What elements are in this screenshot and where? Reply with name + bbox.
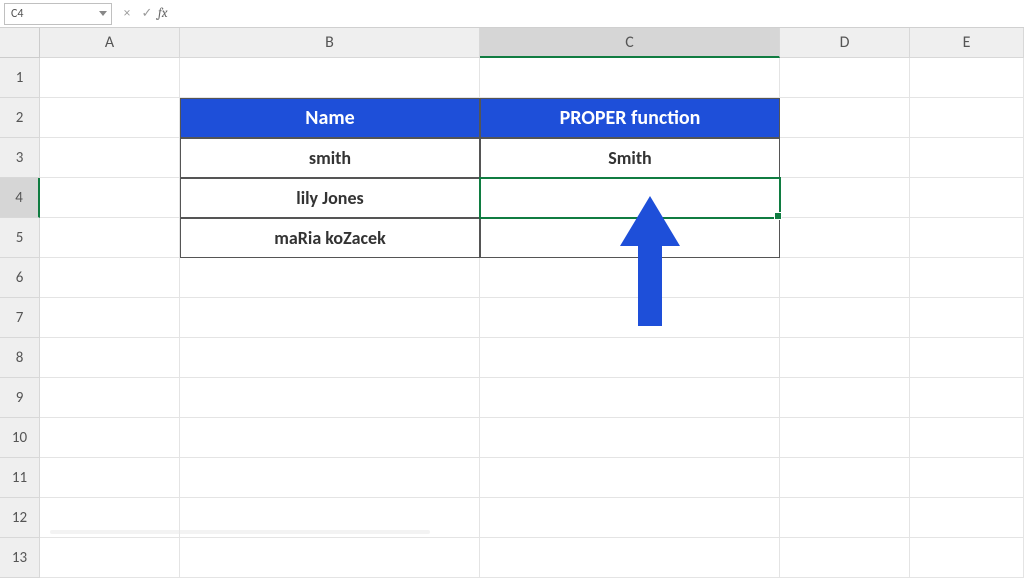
- cell-e9[interactable]: [910, 378, 1024, 418]
- cell-e4[interactable]: [910, 178, 1024, 218]
- cell-b13[interactable]: [180, 538, 480, 578]
- row-header-8[interactable]: 8: [0, 338, 40, 378]
- cell-b9[interactable]: [180, 378, 480, 418]
- cell-b5[interactable]: maRia koZacek: [180, 218, 480, 258]
- formula-input[interactable]: [180, 3, 1021, 25]
- row-header-4[interactable]: 4: [0, 178, 40, 218]
- cell-c9[interactable]: [480, 378, 780, 418]
- row-header-7[interactable]: 7: [0, 298, 40, 338]
- cell-c10[interactable]: [480, 418, 780, 458]
- cell-e6[interactable]: [910, 258, 1024, 298]
- horizontal-scrollbar[interactable]: [50, 530, 430, 534]
- cell-d7[interactable]: [780, 298, 910, 338]
- cell-c3[interactable]: Smith: [480, 138, 780, 178]
- row-header-6[interactable]: 6: [0, 258, 40, 298]
- formula-bar: C4 × ✓ fx: [0, 0, 1024, 28]
- cell-a13[interactable]: [40, 538, 180, 578]
- cell-b2[interactable]: Name: [180, 98, 480, 138]
- col-header-e[interactable]: E: [910, 28, 1024, 58]
- cell-e1[interactable]: [910, 58, 1024, 98]
- cell-b1[interactable]: [180, 58, 480, 98]
- fx-icon[interactable]: fx: [158, 6, 168, 21]
- name-box[interactable]: C4: [4, 3, 112, 25]
- cell-a1[interactable]: [40, 58, 180, 98]
- cancel-button[interactable]: ×: [118, 6, 136, 21]
- cell-c13[interactable]: [480, 538, 780, 578]
- col-header-b[interactable]: B: [180, 28, 480, 58]
- formula-buttons: × ✓ fx: [118, 6, 174, 21]
- cell-c7[interactable]: [480, 298, 780, 338]
- enter-button[interactable]: ✓: [138, 6, 156, 21]
- cell-c1[interactable]: [480, 58, 780, 98]
- cell-d8[interactable]: [780, 338, 910, 378]
- cell-a11[interactable]: [40, 458, 180, 498]
- row-header-13[interactable]: 13: [0, 538, 40, 578]
- cell-c6[interactable]: [480, 258, 780, 298]
- cell-a5[interactable]: [40, 218, 180, 258]
- select-all-corner[interactable]: [0, 28, 40, 58]
- cell-c8[interactable]: [480, 338, 780, 378]
- chevron-down-icon[interactable]: [99, 11, 107, 16]
- cell-e12[interactable]: [910, 498, 1024, 538]
- cell-e2[interactable]: [910, 98, 1024, 138]
- col-header-c[interactable]: C: [480, 28, 780, 58]
- spreadsheet-grid[interactable]: A B C D E 1 2 Name PROPER function 3 smi…: [0, 28, 1024, 578]
- row-header-2[interactable]: 2: [0, 98, 40, 138]
- cell-e3[interactable]: [910, 138, 1024, 178]
- cell-a7[interactable]: [40, 298, 180, 338]
- col-header-d[interactable]: D: [780, 28, 910, 58]
- cell-a2[interactable]: [40, 98, 180, 138]
- row-header-11[interactable]: 11: [0, 458, 40, 498]
- row-header-3[interactable]: 3: [0, 138, 40, 178]
- cell-c11[interactable]: [480, 458, 780, 498]
- cell-e11[interactable]: [910, 458, 1024, 498]
- cell-d3[interactable]: [780, 138, 910, 178]
- cell-c12[interactable]: [480, 498, 780, 538]
- cell-a6[interactable]: [40, 258, 180, 298]
- cell-e5[interactable]: [910, 218, 1024, 258]
- cell-d2[interactable]: [780, 98, 910, 138]
- cell-d11[interactable]: [780, 458, 910, 498]
- cell-d1[interactable]: [780, 58, 910, 98]
- cell-e13[interactable]: [910, 538, 1024, 578]
- name-box-value: C4: [11, 7, 23, 21]
- cell-e10[interactable]: [910, 418, 1024, 458]
- row-header-5[interactable]: 5: [0, 218, 40, 258]
- cell-d6[interactable]: [780, 258, 910, 298]
- cell-b10[interactable]: [180, 418, 480, 458]
- cell-c2[interactable]: PROPER function: [480, 98, 780, 138]
- cell-a3[interactable]: [40, 138, 180, 178]
- cell-d9[interactable]: [780, 378, 910, 418]
- cell-a4[interactable]: [40, 178, 180, 218]
- cell-d12[interactable]: [780, 498, 910, 538]
- cell-b4[interactable]: lily Jones: [180, 178, 480, 218]
- cell-e7[interactable]: [910, 298, 1024, 338]
- cell-c4[interactable]: [480, 178, 780, 218]
- cell-b3[interactable]: smith: [180, 138, 480, 178]
- col-header-a[interactable]: A: [40, 28, 180, 58]
- row-header-1[interactable]: 1: [0, 58, 40, 98]
- cell-d13[interactable]: [780, 538, 910, 578]
- cell-a8[interactable]: [40, 338, 180, 378]
- cell-d10[interactable]: [780, 418, 910, 458]
- cell-a10[interactable]: [40, 418, 180, 458]
- cell-b8[interactable]: [180, 338, 480, 378]
- cell-e8[interactable]: [910, 338, 1024, 378]
- cell-a9[interactable]: [40, 378, 180, 418]
- cell-b6[interactable]: [180, 258, 480, 298]
- cell-b7[interactable]: [180, 298, 480, 338]
- cell-d5[interactable]: [780, 218, 910, 258]
- row-header-12[interactable]: 12: [0, 498, 40, 538]
- cell-b11[interactable]: [180, 458, 480, 498]
- cell-d4[interactable]: [780, 178, 910, 218]
- row-header-9[interactable]: 9: [0, 378, 40, 418]
- row-header-10[interactable]: 10: [0, 418, 40, 458]
- cell-c5[interactable]: [480, 218, 780, 258]
